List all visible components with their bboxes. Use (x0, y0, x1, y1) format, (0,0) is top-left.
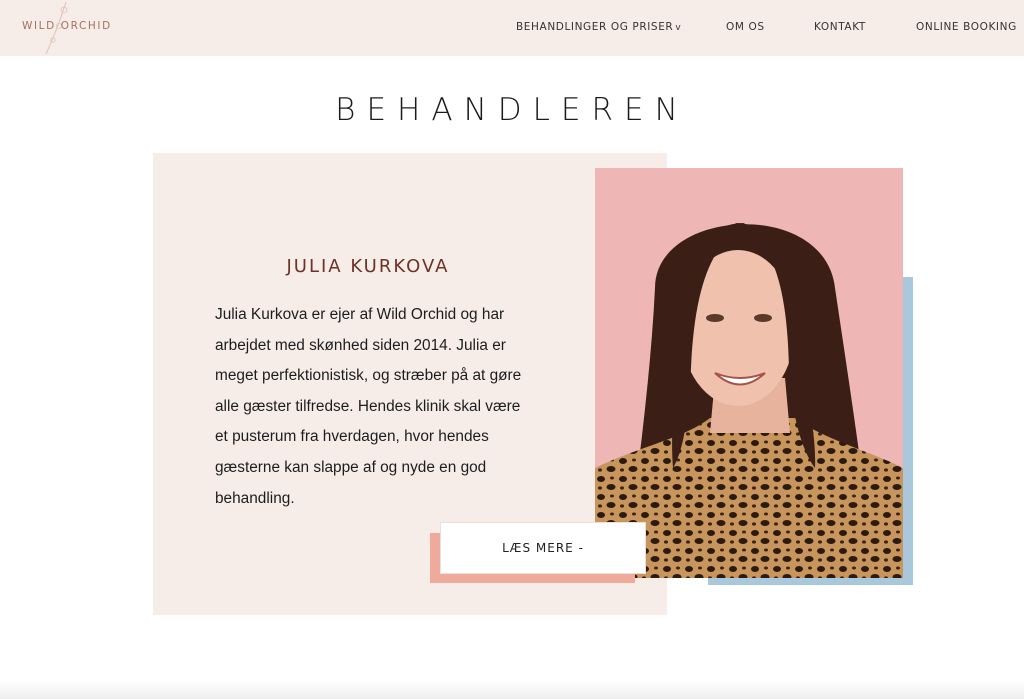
site-logo[interactable]: WILD ORCHID (22, 20, 112, 32)
nav-item-label: BEHANDLINGER OG PRISER (516, 21, 674, 33)
nav-item-treatments[interactable]: BEHANDLINGER OG PRISER v (516, 21, 681, 33)
nav-item-booking[interactable]: ONLINE BOOKING (916, 21, 1017, 33)
nav-item-contact[interactable]: KONTAKT (814, 21, 866, 33)
read-more-button[interactable]: LÆS MERE - (440, 522, 646, 574)
site-header: WILD ORCHID BEHANDLINGER OG PRISER v OM O… (0, 0, 1024, 56)
person-bio: Julia Kurkova er ejer af Wild Orchid og … (215, 306, 522, 507)
page-bottom-edge (0, 680, 1024, 699)
chevron-down-icon: v (675, 23, 682, 33)
person-name: JULIA KURKOVA (286, 256, 450, 277)
profile-photo (595, 168, 903, 578)
page-title: BEHANDLEREN (335, 92, 689, 128)
portrait-illustration (595, 168, 903, 578)
nav-item-about[interactable]: OM OS (726, 21, 765, 33)
